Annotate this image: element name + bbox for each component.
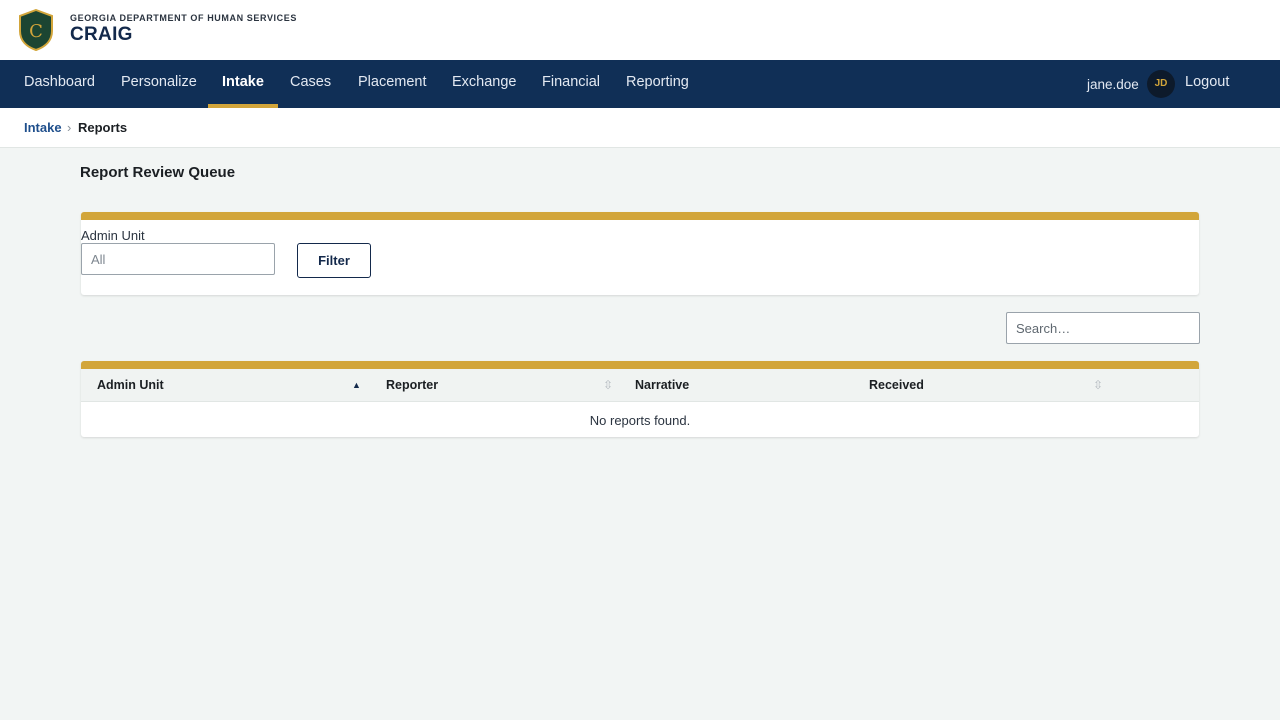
nav-item-placement[interactable]: Placement [358, 60, 427, 108]
nav-item-exchange[interactable]: Exchange [452, 60, 517, 108]
table-header-row: Admin Unit ▲ Reporter ⇳ Narrative Receiv… [81, 369, 1199, 402]
search-input[interactable] [1006, 312, 1200, 344]
nav-item-intake-label: Intake [222, 74, 264, 90]
admin-unit-label: Admin Unit [81, 228, 145, 243]
column-header-admin-unit[interactable]: Admin Unit [97, 378, 164, 392]
logout-link[interactable]: Logout [1185, 60, 1229, 108]
admin-unit-input[interactable] [81, 243, 275, 275]
page-title: Report Review Queue [80, 164, 236, 181]
breadcrumb-intake-link[interactable]: Intake [24, 120, 62, 135]
username: jane.doe [1087, 77, 1139, 92]
filter-button[interactable]: Filter [297, 243, 371, 278]
breadcrumb-separator-icon: › [67, 120, 72, 135]
column-header-received[interactable]: Received [869, 378, 924, 392]
nav-item-intake[interactable]: Intake [208, 60, 278, 108]
main-nav: Dashboard Personalize Intake Cases Place… [0, 60, 1280, 108]
breadcrumb-current: Reports [78, 120, 128, 135]
reports-table: Admin Unit ▲ Reporter ⇳ Narrative Receiv… [81, 361, 1199, 437]
organization-name: GEORGIA DEPARTMENT OF HUMAN SERVICES [70, 13, 297, 23]
logo-letter: C [29, 21, 43, 42]
nav-item-financial[interactable]: Financial [542, 60, 600, 108]
nav-item-dashboard[interactable]: Dashboard [24, 60, 95, 108]
filter-panel: Admin Unit Filter [81, 212, 1199, 295]
app-header: C GEORGIA DEPARTMENT OF HUMAN SERVICES C… [0, 0, 1280, 60]
column-header-narrative: Narrative [635, 378, 690, 392]
empty-table-message: No reports found. [589, 413, 691, 428]
sort-ascending-icon[interactable]: ▲ [352, 380, 361, 390]
user-avatar[interactable]: JD [1147, 70, 1175, 98]
app-name[interactable]: CRAIG [70, 24, 133, 46]
sort-icon[interactable]: ⇳ [1093, 378, 1103, 392]
shield-logo-icon[interactable]: C [18, 9, 54, 51]
sort-icon[interactable]: ⇳ [603, 378, 613, 392]
nav-item-personalize[interactable]: Personalize [121, 60, 197, 108]
nav-item-cases[interactable]: Cases [290, 60, 331, 108]
column-header-reporter[interactable]: Reporter [386, 378, 438, 392]
breadcrumb: Intake › Reports [0, 108, 1280, 148]
nav-item-reporting[interactable]: Reporting [626, 60, 689, 108]
